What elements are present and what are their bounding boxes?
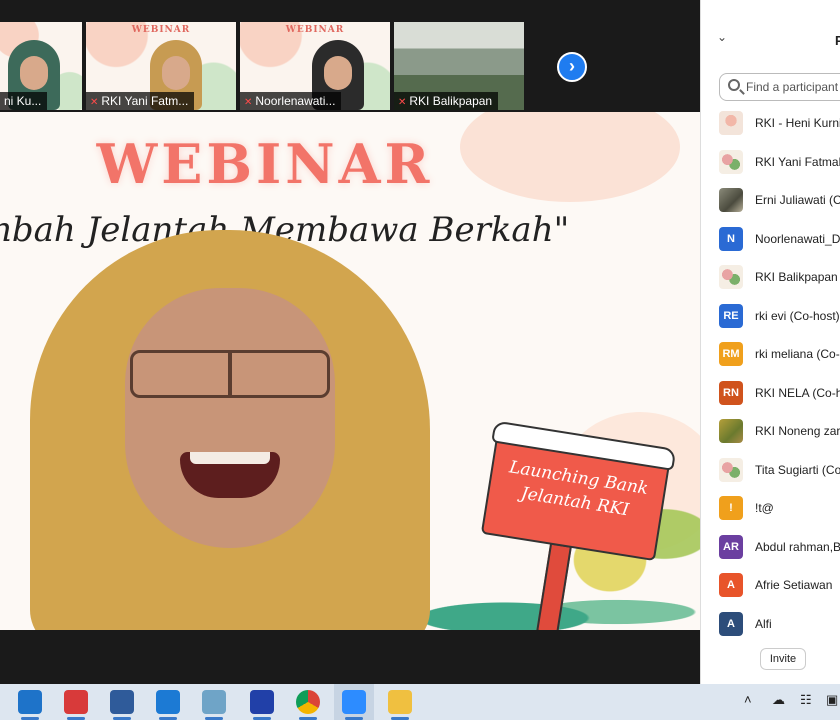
avatar: A [719,611,743,636]
participant-name: !t@ [755,501,774,515]
panel-title: P [835,33,840,48]
avatar [719,419,743,443]
screen: ni Ku... WEBINAR ✕ RKI Yani Fatm... WEBIN… [0,0,840,720]
mic-muted-icon: ✕ [90,97,99,108]
participant-row[interactable]: RKI Yani Fatmah [701,143,840,182]
speaker-face [125,288,335,548]
participant-name: RKI Balikpapan ( [755,270,840,284]
thumbnail-label: ✕ RKI Balikpapan [394,92,499,110]
avatar [719,149,743,174]
meeting-bottom-bar [0,630,700,684]
avatar: RE [719,303,743,328]
participant-row[interactable]: RM rki meliana (Co- [701,335,840,374]
file-explorer-icon[interactable] [388,690,412,714]
mail-icon[interactable] [18,690,42,714]
participant-row[interactable]: RKI - Heni Kurni [701,104,840,143]
participant-search-input[interactable]: Find a participant [719,73,840,101]
avatar [719,457,743,482]
avatar [719,265,743,289]
zoom-icon[interactable] [342,690,366,714]
participants-panel-header: ⌄ P [701,0,840,66]
speaker-glasses [130,350,330,398]
avatar [719,188,743,212]
mic-muted-icon: ✕ [398,97,407,108]
participant-name: Abdul rahman,B [755,539,840,554]
windows-taskbar: ˄ ☁ ☷ ▣ [0,684,840,720]
notepad-icon[interactable] [202,690,226,714]
chrome-icon[interactable] [296,690,320,714]
thumbnail-label: ni Ku... [0,92,48,110]
chevron-up-icon[interactable]: ˄ [744,692,752,707]
participant-row[interactable]: RN RKI NELA (Co-ho [701,374,840,413]
participant-name: rki meliana (Co- [755,347,840,361]
speaker [30,230,430,630]
participant-row[interactable]: Tita Sugiarti (Co [701,451,840,490]
zoom-meeting-area: ni Ku... WEBINAR ✕ RKI Yani Fatm... WEBIN… [0,0,700,684]
participant-row[interactable]: Erni Juliawati (C [701,181,840,220]
search-placeholder: Find a participant [746,80,839,94]
display-icon[interactable]: ▣ [826,692,838,708]
participant-name: Alfi [755,616,772,631]
video-thumbnail[interactable]: WEBINAR ✕ RKI Yani Fatm... [86,22,238,110]
thumbnail-banner-title: WEBINAR [131,25,191,35]
video-thumbnail-strip: ni Ku... WEBINAR ✕ RKI Yani Fatm... WEBIN… [0,22,700,110]
chevron-right-icon: › [569,56,575,76]
participant-name: RKI - Heni Kurni [755,116,840,130]
avatar [719,111,743,135]
vpn-icon[interactable] [250,690,274,714]
participant-name: RKI NELA (Co-ho [755,385,840,400]
avatar: N [719,226,743,251]
video-thumbnail[interactable]: ✕ RKI Balikpapan [394,22,526,110]
participant-row[interactable]: RKI Balikpapan ( [701,258,840,297]
gift-icon[interactable] [64,690,88,714]
participant-row[interactable]: RKI Noneng zar [701,412,840,451]
launching-sign: Launching Bank Jelantah RKI [480,420,677,630]
participant-row[interactable]: A Afrie Setiawan [701,566,840,605]
media-player-icon[interactable] [156,690,180,714]
participant-name: Afrie Setiawan [755,578,833,592]
participant-name: Noorlenawati_D [755,231,840,246]
participant-name: RKI Yani Fatmah [755,154,840,169]
participant-name: rki evi (Co-host) [755,308,840,323]
banner-title: WEBINAR [96,132,434,196]
network-icon[interactable]: ☷ [800,692,812,708]
search-icon [728,79,740,91]
video-thumbnail[interactable]: WEBINAR ✕ Noorlenawati... [240,22,392,110]
chevron-down-icon[interactable]: ⌄ [717,30,727,44]
participants-panel: ⌄ P Find a participant RKI - Heni KurniR… [700,0,840,684]
participant-name: Tita Sugiarti (Co [755,462,840,477]
invite-button[interactable]: Invite [760,648,806,670]
avatar: A [719,573,743,597]
avatar: RM [719,342,743,366]
settings-icon[interactable] [110,690,134,714]
participant-name: Erni Juliawati (C [755,193,840,207]
participant-row[interactable]: ! !t@ [701,489,840,528]
participant-name: RKI Noneng zar [755,424,840,438]
avatar: RN [719,380,743,405]
participant-row[interactable]: A Alfi [701,605,840,644]
participant-row[interactable]: N Noorlenawati_D [701,220,840,259]
participant-row[interactable]: AR Abdul rahman,B [701,528,840,567]
participant-list: RKI - Heni Kurni RKI Yani Fatmah Erni Juli… [701,104,840,643]
thumbnail-label: ✕ RKI Yani Fatm... [86,92,195,110]
next-page-button[interactable]: › [557,52,587,82]
avatar: ! [719,496,743,520]
thumbnail-label: ✕ Noorlenawati... [240,92,342,110]
active-speaker-video: WEBINAR nbah Jelantah Membawa Berkah" La… [0,112,700,630]
avatar: AR [719,534,743,559]
video-thumbnail[interactable]: ni Ku... [0,22,84,110]
onedrive-icon[interactable]: ☁ [772,692,785,708]
thumbnail-banner-title: WEBINAR [285,25,345,35]
mic-muted-icon: ✕ [244,97,253,108]
participant-row[interactable]: RE rki evi (Co-host) [701,297,840,336]
